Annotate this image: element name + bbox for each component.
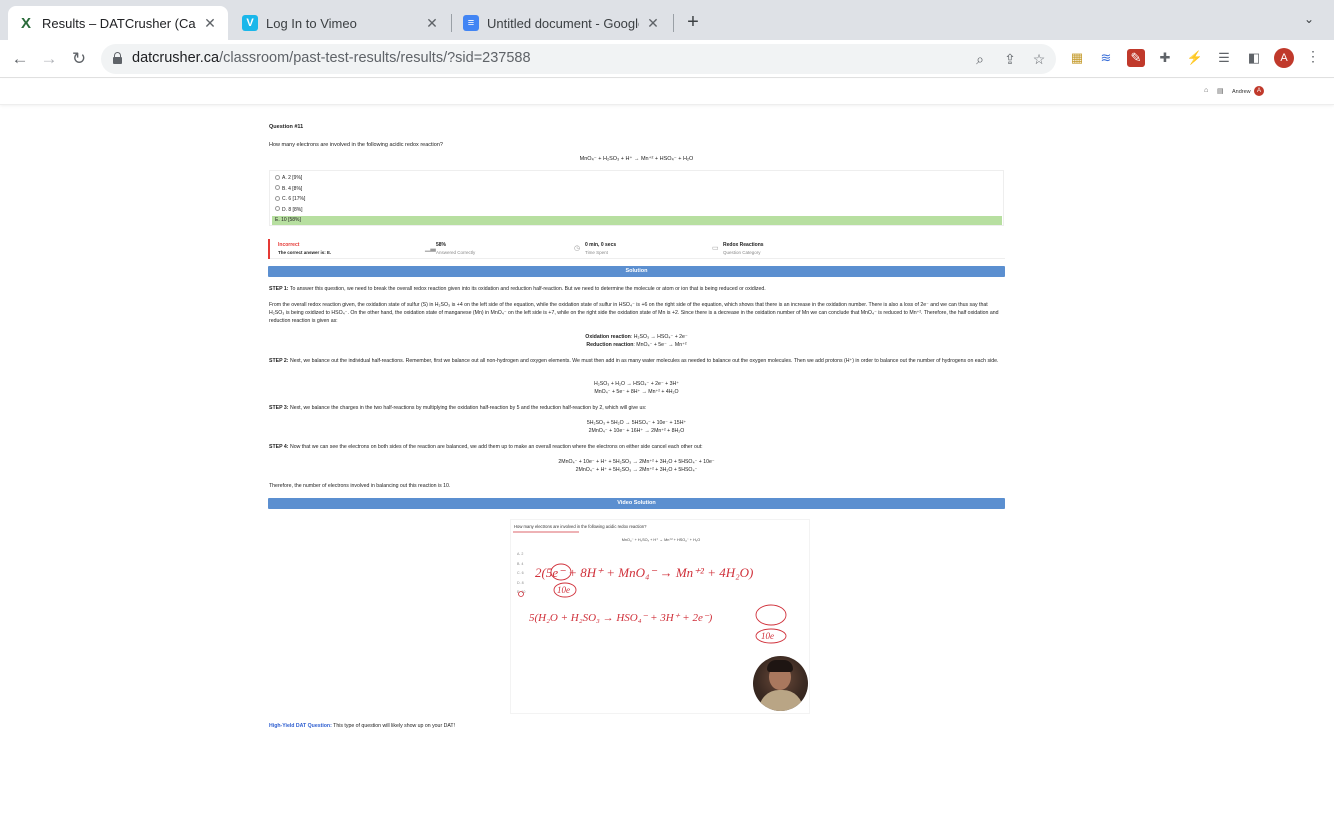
solution-header: Solution bbox=[268, 266, 1005, 277]
solution-step-2: STEP 2: Next, we balance out the individ… bbox=[269, 358, 999, 364]
datcrusher-icon: X bbox=[20, 14, 31, 32]
browser-tab-bar: X Results – DATCrusher (Canadian ✕ V Log… bbox=[0, 0, 1334, 40]
handwriting-10e: 10e bbox=[557, 585, 570, 595]
handwriting-10e: 10e bbox=[761, 631, 774, 641]
new-tab-button[interactable]: + bbox=[682, 10, 704, 34]
solution-step-1: STEP 1: To answer this question, we need… bbox=[269, 286, 766, 292]
menu-icon[interactable]: ⋮ bbox=[1306, 48, 1320, 65]
solution-step-3: STEP 3: Next, we balance the charges in … bbox=[269, 405, 647, 411]
forward-button[interactable]: → bbox=[38, 48, 60, 70]
bookmark-star-icon[interactable]: ☆ bbox=[1030, 50, 1048, 68]
step4-equation: 2MnO₄⁻ + 10e⁻ + H⁺ + 5H₂SO₃ → 2Mn⁺² + 3H… bbox=[558, 459, 715, 465]
incorrect-indicator bbox=[268, 239, 270, 259]
step2-equation: MnO₄⁻ + 5e⁻ + 8H⁺ → Mn⁺² + 4H₂O bbox=[594, 389, 679, 395]
pdf-extension-icon[interactable]: ✎ bbox=[1127, 49, 1145, 67]
chevron-down-icon[interactable]: ⌄ bbox=[1304, 12, 1314, 26]
solution-paragraph: From the overall redox reaction given, t… bbox=[269, 302, 999, 324]
clock-icon: ◷ bbox=[574, 245, 581, 252]
url-text: datcrusher.ca/classroom/past-test-result… bbox=[132, 50, 531, 66]
close-icon[interactable]: ✕ bbox=[202, 15, 218, 32]
reduction-reaction: Reduction reaction: MnO₄⁻ + 5e⁻ → Mn⁺² bbox=[586, 342, 687, 348]
user-name[interactable]: Andrew bbox=[1232, 89, 1251, 95]
answer-option[interactable]: D. 8 [8%] bbox=[272, 206, 1002, 215]
tab-vimeo[interactable]: V Log In to Vimeo ✕ bbox=[232, 6, 450, 40]
answer-option[interactable]: C. 6 [17%] bbox=[272, 195, 1002, 204]
tab-separator bbox=[451, 14, 452, 32]
step3-equation: 2MnO₄⁻ + 10e⁻ + 16H⁺ → 2Mn⁺² + 8H₂O bbox=[588, 428, 685, 434]
answer-option[interactable]: A. 2 [9%] bbox=[272, 174, 1002, 183]
step2-equation: H₂SO₃ + H₂O → HSO₄⁻ + 2e⁻ + 3H⁺ bbox=[594, 381, 679, 387]
selected-option-mark bbox=[518, 591, 524, 597]
waveform-extension-icon[interactable]: ≋ bbox=[1097, 49, 1115, 67]
time-stat: ◷ 0 min, 0 secs Time Spent bbox=[574, 242, 617, 255]
tab-google-docs[interactable]: ≡ Untitled document - Google Do ✕ bbox=[453, 6, 671, 40]
tab-datcrusher[interactable]: X Results – DATCrusher (Canadian ✕ bbox=[8, 6, 228, 40]
question-number: Question #11 bbox=[269, 124, 304, 130]
chart-icon: ▁▃ bbox=[425, 245, 436, 252]
lock-icon bbox=[113, 52, 122, 64]
step4-equation: 2MnO₄⁻ + H⁺ + 5H₂SO₃ → 2Mn⁺² + 3H₂O + 5H… bbox=[575, 467, 698, 473]
video-player[interactable]: How many electrons are involved in the f… bbox=[510, 519, 810, 714]
video-solution-header: Video Solution bbox=[268, 498, 1005, 509]
profile-avatar[interactable]: A bbox=[1274, 48, 1294, 68]
share-icon[interactable]: ⇪ bbox=[1001, 50, 1019, 68]
step3-equation: 5H₂SO₃ + 5H₂O → 5HSO₄⁻ + 10e⁻ + 15H⁺ bbox=[586, 420, 687, 426]
reading-list-icon[interactable]: ☰ bbox=[1215, 49, 1233, 67]
radio-icon bbox=[275, 185, 280, 191]
high-yield-note: High-Yield DAT Question: This type of qu… bbox=[269, 723, 456, 729]
radio-icon bbox=[275, 195, 280, 201]
close-icon[interactable]: ✕ bbox=[645, 15, 661, 32]
answer-option[interactable]: B. 4 [8%] bbox=[272, 185, 1002, 194]
question-text: How many electrons are involved in the f… bbox=[269, 142, 443, 148]
home-icon[interactable]: ⌂ bbox=[1204, 87, 1208, 94]
result-stat: Incorrect The correct answer is: E. bbox=[278, 242, 332, 255]
radio-icon bbox=[275, 174, 280, 180]
correctness-stat: ▁▃ 58% Answered Correctly bbox=[425, 242, 476, 255]
reload-button[interactable]: ↻ bbox=[68, 48, 90, 70]
circle-mark bbox=[755, 604, 787, 626]
answer-options: A. 2 [9%] B. 4 [8%] C. 6 [17%] D. 8 [8%]… bbox=[269, 170, 1004, 226]
solution-step-4: STEP 4: Now that we can see the electron… bbox=[269, 444, 703, 450]
google-docs-icon: ≡ bbox=[463, 15, 479, 31]
notebook-icon[interactable]: ▤ bbox=[1217, 87, 1224, 95]
tab-title: Log In to Vimeo bbox=[266, 15, 357, 31]
radio-icon bbox=[275, 206, 280, 212]
oxidation-reaction: Oxidation reaction: H₂SO₃ → HSO₄⁻ + 2e⁻ bbox=[585, 334, 688, 340]
vimeo-icon: V bbox=[242, 15, 258, 31]
result-stats: Incorrect The correct answer is: E. ▁▃ 5… bbox=[268, 239, 1005, 259]
calculator-extension-icon[interactable]: ▦ bbox=[1068, 49, 1086, 67]
tab-title: Results – DATCrusher (Canadian bbox=[42, 15, 196, 31]
tab-separator bbox=[673, 14, 674, 32]
tab-title: Untitled document - Google Do bbox=[487, 15, 639, 31]
zoom-icon[interactable]: ⌕ bbox=[971, 50, 989, 68]
instructor-webcam bbox=[753, 656, 808, 711]
back-button[interactable]: ← bbox=[9, 48, 31, 70]
question-equation: MnO₄⁻ + H₂SO₃ + H⁺ → Mn⁺² + HSO₄⁻ + H₂O bbox=[579, 156, 694, 162]
category-stat: ▭ Redox Reactions Question Category bbox=[712, 242, 764, 255]
site-header: ⌂ ▤ Andrew A bbox=[0, 79, 1334, 105]
performance-icon[interactable]: ⚡ bbox=[1186, 49, 1204, 67]
side-panel-icon[interactable]: ◧ bbox=[1245, 49, 1263, 67]
puzzle-extensions-icon[interactable]: ✚ bbox=[1156, 49, 1174, 67]
address-bar[interactable]: datcrusher.ca/classroom/past-test-result… bbox=[101, 44, 1056, 74]
calendar-icon: ▭ bbox=[712, 245, 719, 252]
answer-option-correct[interactable]: E. 10 [58%] bbox=[272, 216, 1002, 225]
handwriting-line-2: 5(H₂O + H₂SO₃ → HSO₄⁻ + 3H⁺ + 2e⁻) bbox=[529, 612, 713, 624]
close-icon[interactable]: ✕ bbox=[424, 15, 440, 32]
solution-conclusion: Therefore, the number of electrons invol… bbox=[269, 483, 451, 489]
user-avatar[interactable]: A bbox=[1254, 86, 1264, 96]
